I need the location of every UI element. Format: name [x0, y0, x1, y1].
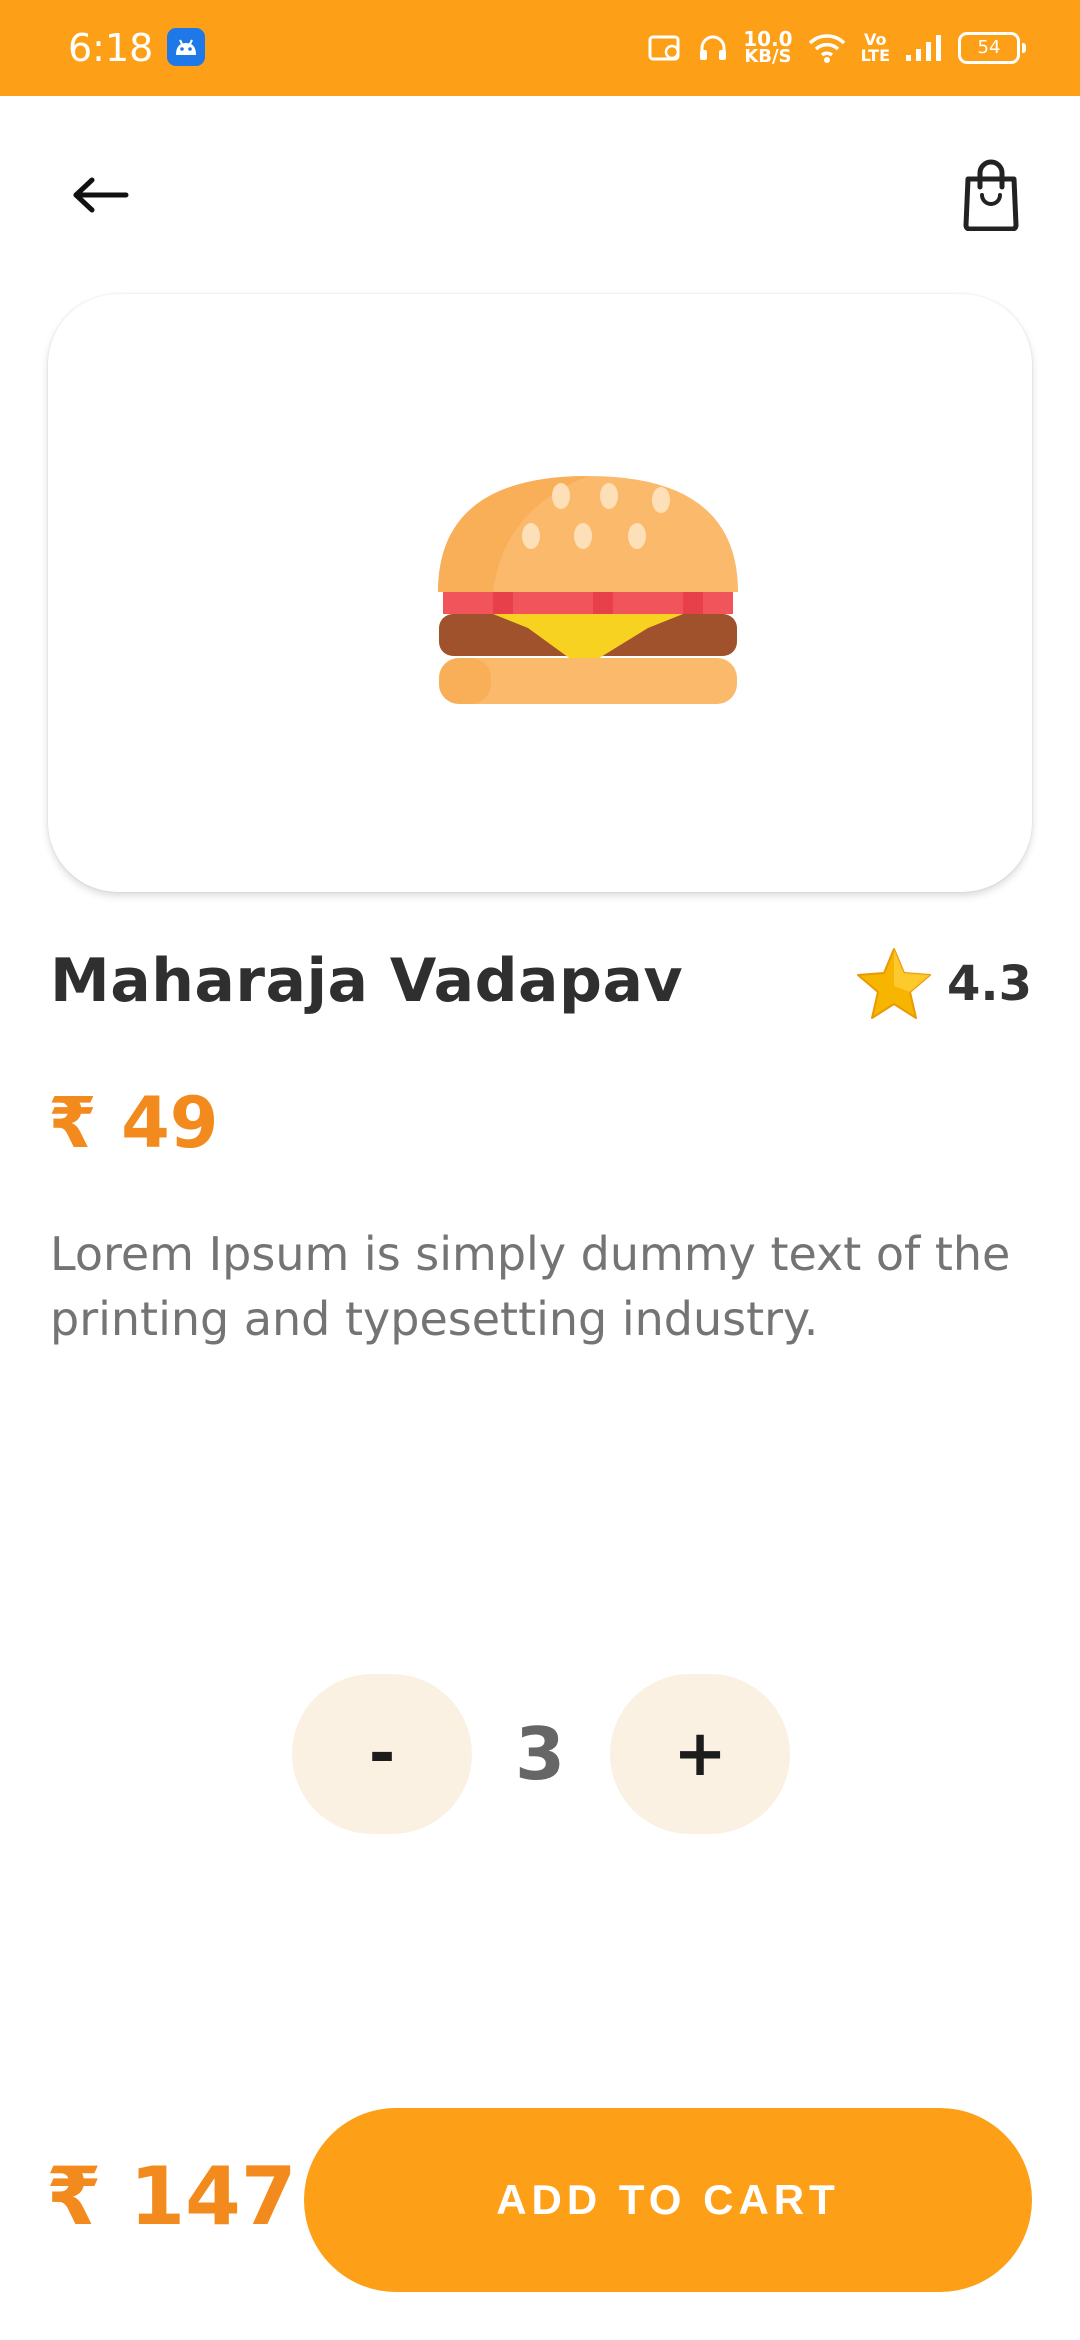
volte-indicator: Vo LTE: [861, 32, 890, 64]
back-button[interactable]: [62, 160, 138, 230]
network-speed: 10.0 KB/S: [743, 29, 792, 67]
volte-bottom: LTE: [860, 46, 890, 65]
status-icons: 10.0 KB/S Vo LTE 54: [647, 24, 1026, 72]
screen-cast-icon: [648, 35, 680, 61]
wifi-icon: [808, 34, 845, 63]
add-to-cart-button[interactable]: ADD TO CART: [304, 2108, 1032, 2292]
battery-indicator: 54: [958, 32, 1026, 64]
product-name: Maharaja Vadapav: [50, 946, 684, 1016]
product-rating: 4.3: [855, 946, 1032, 1022]
network-speed-unit: KB/S: [744, 46, 792, 67]
product-price: ₹ 49: [48, 1082, 219, 1164]
decrease-quantity-button[interactable]: -: [292, 1674, 472, 1834]
product-image-card: [48, 294, 1032, 892]
quantity-value: 3: [514, 1712, 566, 1796]
android-notification-icon: [167, 28, 205, 66]
signal-icon: [906, 35, 941, 61]
headphones-icon: [700, 35, 727, 60]
status-time: 6:18: [68, 26, 154, 70]
burger-icon: [438, 476, 738, 704]
cart-button[interactable]: [948, 152, 1034, 238]
arrow-left-icon: [73, 177, 129, 213]
rating-value: 4.3: [946, 956, 1032, 1012]
increase-quantity-button[interactable]: +: [610, 1674, 790, 1834]
status-bar: 6:18 10.0 KB/S Vo LTE 54: [0, 0, 1080, 96]
shopping-bag-icon: [963, 159, 1019, 231]
total-price: ₹ 147: [46, 2150, 297, 2243]
product-description: Lorem Ipsum is simply dummy text of the …: [50, 1227, 1011, 1346]
star-icon: [856, 948, 931, 1019]
